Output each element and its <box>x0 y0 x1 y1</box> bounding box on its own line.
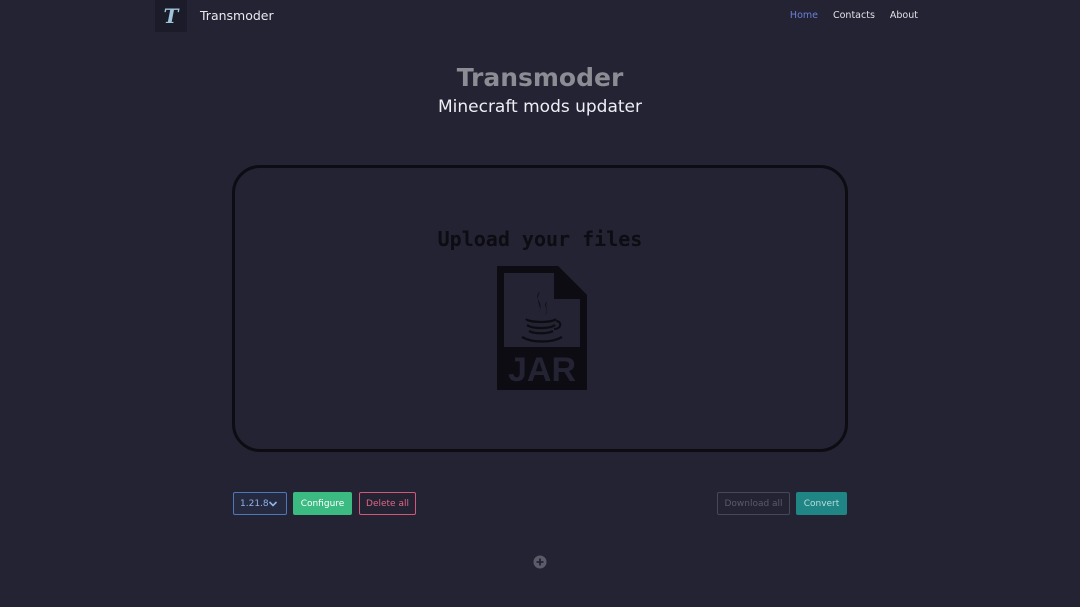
upload-prompt: Upload your files <box>437 227 643 251</box>
jar-label: JAR <box>508 351 576 389</box>
version-selected-value: 1.21.8 <box>240 498 269 509</box>
brand-name[interactable]: Transmoder <box>200 8 274 24</box>
nav-link-contacts[interactable]: Contacts <box>833 9 875 23</box>
nav-links: Home Contacts About <box>790 9 918 23</box>
logo[interactable]: T <box>155 0 187 32</box>
nav-link-home[interactable]: Home <box>790 9 818 23</box>
page-subtitle: Minecraft mods updater <box>437 97 643 117</box>
chevron-down-icon <box>268 501 278 507</box>
configure-button[interactable]: Configure <box>293 492 352 515</box>
page-title: Transmoder <box>456 63 624 92</box>
version-select[interactable]: 1.21.8 <box>233 492 287 515</box>
nav-link-about[interactable]: About <box>890 9 918 23</box>
add-icon[interactable] <box>533 555 547 569</box>
logo-letter: T <box>163 4 179 28</box>
delete-all-button[interactable]: Delete all <box>359 492 416 515</box>
navbar: T Transmoder Home Contacts About <box>0 0 1080 32</box>
convert-button[interactable]: Convert <box>796 492 847 515</box>
jar-file-icon: JAR <box>497 266 587 390</box>
file-dropzone[interactable]: Upload your files JAR <box>232 165 848 452</box>
download-all-button[interactable]: Download all <box>717 492 790 515</box>
